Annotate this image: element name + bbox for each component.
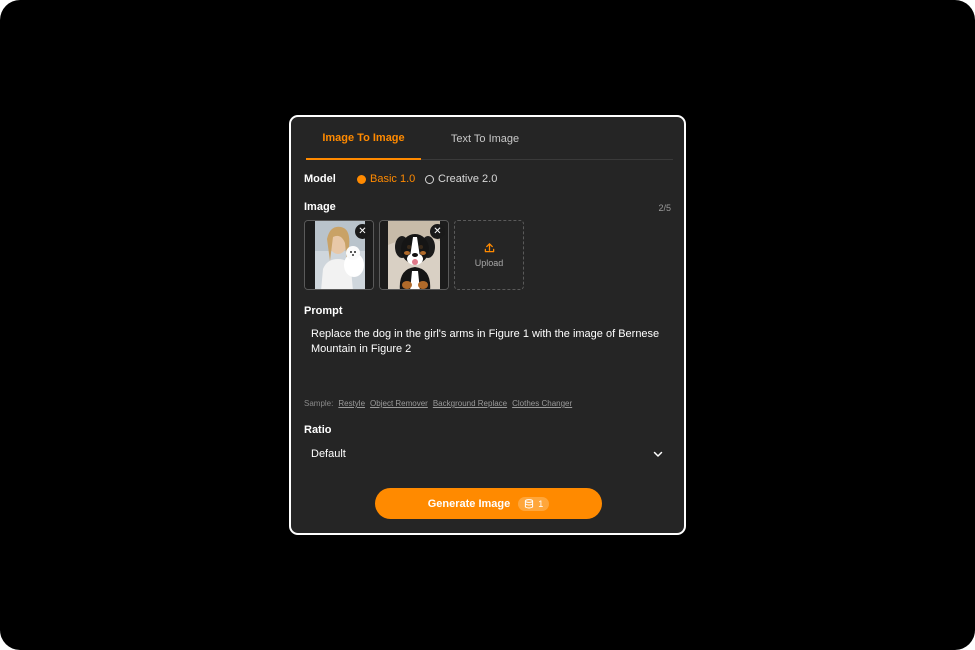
tab-bar: Image To Image Text To Image bbox=[306, 117, 673, 160]
remove-image-2-button[interactable]: ✕ bbox=[430, 224, 445, 239]
sample-label: Sample: bbox=[304, 399, 334, 408]
upload-label: Upload bbox=[474, 258, 504, 268]
sample-restyle-link[interactable]: Restyle bbox=[338, 399, 365, 408]
image-thumbnail-1[interactable]: ✕ bbox=[304, 220, 374, 290]
prompt-label: Prompt bbox=[304, 305, 343, 317]
tab-text-to-image[interactable]: Text To Image bbox=[430, 117, 540, 160]
model-label: Model bbox=[304, 173, 336, 185]
model-option-basic-label: Basic 1.0 bbox=[370, 173, 416, 185]
prompt-input[interactable] bbox=[304, 324, 671, 394]
sample-background-replace-link[interactable]: Background Replace bbox=[433, 399, 507, 408]
image-label: Image bbox=[304, 201, 336, 213]
database-icon bbox=[525, 498, 534, 508]
generate-image-button[interactable]: Generate Image 1 bbox=[375, 488, 602, 519]
model-option-creative[interactable]: Creative 2.0 bbox=[425, 173, 497, 185]
image-thumbnail-2[interactable]: ✕ bbox=[379, 220, 449, 290]
screen: Image To Image Text To Image Model Basic… bbox=[0, 0, 975, 650]
model-option-creative-label: Creative 2.0 bbox=[438, 173, 498, 185]
ratio-select[interactable]: Default bbox=[304, 442, 671, 466]
model-option-basic[interactable]: Basic 1.0 bbox=[357, 173, 415, 185]
generate-image-label: Generate Image bbox=[427, 497, 511, 510]
image-generator-panel: Image To Image Text To Image Model Basic… bbox=[289, 115, 686, 535]
chevron-down-icon bbox=[653, 451, 663, 457]
tab-image-to-image[interactable]: Image To Image bbox=[306, 117, 421, 160]
ratio-label: Ratio bbox=[304, 424, 332, 436]
sample-clothes-changer-link[interactable]: Clothes Changer bbox=[512, 399, 572, 408]
credit-count: 1 bbox=[538, 498, 544, 509]
radio-unselected-icon bbox=[425, 174, 434, 184]
upload-button[interactable]: Upload bbox=[454, 220, 524, 290]
radio-selected-icon bbox=[357, 174, 366, 184]
credit-badge: 1 bbox=[518, 496, 550, 511]
ratio-value: Default bbox=[311, 448, 346, 460]
remove-image-1-button[interactable]: ✕ bbox=[355, 224, 370, 239]
upload-icon bbox=[484, 243, 494, 253]
sample-object-remover-link[interactable]: Object Remover bbox=[370, 399, 428, 408]
image-count: 2/5 bbox=[658, 203, 671, 213]
sample-links: Sample: Restyle Object Remover Backgroun… bbox=[304, 399, 572, 408]
